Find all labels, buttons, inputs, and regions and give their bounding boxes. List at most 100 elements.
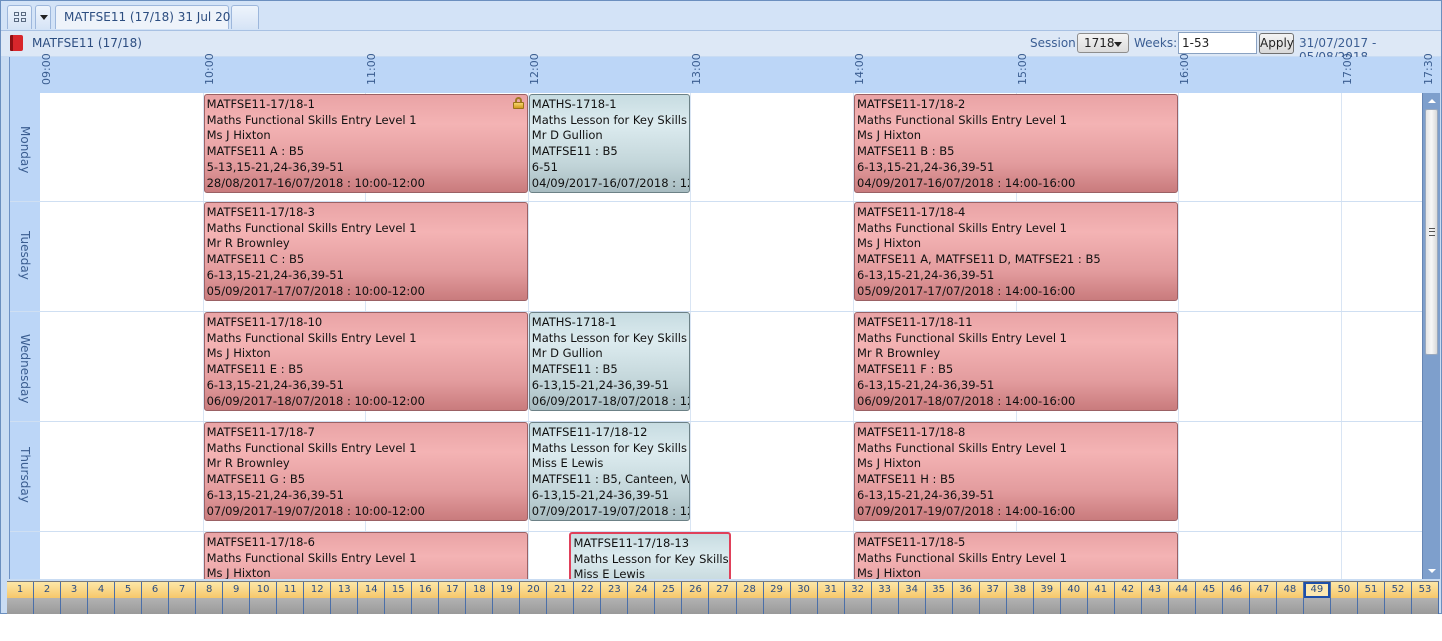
lesson-block[interactable]: MATFSE11-17/18-5 Maths Functional Skills … bbox=[854, 532, 1179, 579]
week-22[interactable]: 22 bbox=[574, 582, 602, 614]
lesson-group-room: MATFSE11 C : B5 bbox=[206, 252, 305, 267]
lesson-dates: 04/09/2017-16/07/2018 : 12:00-13:00 bbox=[531, 175, 690, 190]
lesson-block[interactable]: MATFSE11-17/18-13 Maths Lesson for Key Sk… bbox=[569, 532, 732, 579]
week-33[interactable]: 33 bbox=[871, 582, 899, 614]
week-38[interactable]: 38 bbox=[1006, 582, 1034, 614]
week-36[interactable]: 36 bbox=[952, 582, 980, 614]
lesson-code: MATFSE11-17/18-12 bbox=[531, 425, 648, 439]
week-17[interactable]: 17 bbox=[439, 582, 467, 614]
week-40[interactable]: 40 bbox=[1060, 582, 1088, 614]
week-39[interactable]: 39 bbox=[1033, 582, 1061, 614]
week-42[interactable]: 42 bbox=[1114, 582, 1142, 614]
lesson-dates: 28/08/2017-16/07/2018 : 10:00-12:00 bbox=[206, 175, 425, 190]
week-21[interactable]: 21 bbox=[547, 582, 575, 614]
lesson-block[interactable]: MATFSE11-17/18-12 Maths Lesson for Key Sk… bbox=[528, 422, 691, 521]
week-34[interactable]: 34 bbox=[898, 582, 926, 614]
week-12[interactable]: 12 bbox=[304, 582, 332, 614]
week-10[interactable]: 10 bbox=[250, 582, 278, 614]
week-7[interactable]: 7 bbox=[169, 582, 197, 614]
week-30[interactable]: 30 bbox=[790, 582, 818, 614]
lesson-block[interactable]: MATHS-1718-1 Maths Lesson for Key Skills M… bbox=[528, 94, 691, 193]
week-14[interactable]: 14 bbox=[358, 582, 386, 614]
week-20[interactable]: 20 bbox=[520, 582, 548, 614]
week-29[interactable]: 29 bbox=[763, 582, 791, 614]
week-15[interactable]: 15 bbox=[385, 582, 413, 614]
week-9[interactable]: 9 bbox=[223, 582, 251, 614]
week-5[interactable]: 5 bbox=[115, 582, 143, 614]
week-13[interactable]: 13 bbox=[331, 582, 359, 614]
session-select[interactable]: 1718 bbox=[1077, 33, 1129, 53]
week-18[interactable]: 18 bbox=[466, 582, 494, 614]
lesson-group-room: MATFSE11 A, MATFSE11 D, MATFSE21 : B5 bbox=[857, 252, 1101, 267]
week-6[interactable]: 6 bbox=[142, 582, 170, 614]
week-number: 53 bbox=[1411, 582, 1438, 598]
grid-view-icon bbox=[14, 12, 27, 23]
week-37[interactable]: 37 bbox=[979, 582, 1007, 614]
lesson-block[interactable]: MATFSE11-17/18-2 Maths Functional Skills … bbox=[854, 94, 1179, 193]
week-16[interactable]: 16 bbox=[412, 582, 440, 614]
week-48[interactable]: 48 bbox=[1276, 582, 1304, 614]
lesson-weeks: 6-51 bbox=[531, 159, 558, 174]
lesson-weeks: 6-13,15-21,24-36,39-51 bbox=[531, 377, 670, 392]
week-number: 10 bbox=[250, 582, 277, 598]
lesson-block[interactable]: MATFSE11-17/18-7 Maths Functional Skills … bbox=[203, 422, 528, 521]
week-27[interactable]: 27 bbox=[709, 582, 737, 614]
week-32[interactable]: 32 bbox=[844, 582, 872, 614]
week-8[interactable]: 8 bbox=[196, 582, 224, 614]
week-3[interactable]: 3 bbox=[61, 582, 89, 614]
week-number: 21 bbox=[547, 582, 574, 598]
lesson-block[interactable]: MATFSE11-17/18-4 Maths Functional Skills … bbox=[854, 202, 1179, 301]
week-indicator bbox=[655, 598, 682, 614]
week-50[interactable]: 50 bbox=[1330, 582, 1358, 614]
week-43[interactable]: 43 bbox=[1141, 582, 1169, 614]
week-1[interactable]: 1 bbox=[7, 582, 35, 614]
week-25[interactable]: 25 bbox=[655, 582, 683, 614]
tab-matfse11[interactable]: MATFSE11 (17/18) 31 Jul 2017 bbox=[55, 5, 246, 29]
lesson-weeks: 6-13,15-21,24-36,39-51 bbox=[206, 377, 344, 392]
week-19[interactable]: 19 bbox=[493, 582, 521, 614]
week-45[interactable]: 45 bbox=[1195, 582, 1223, 614]
week-4[interactable]: 4 bbox=[88, 582, 116, 614]
week-28[interactable]: 28 bbox=[736, 582, 764, 614]
apply-button[interactable]: Apply bbox=[1259, 33, 1294, 54]
week-number: 23 bbox=[601, 582, 628, 598]
scroll-up-icon[interactable] bbox=[1428, 99, 1436, 103]
grid-view-button[interactable] bbox=[7, 5, 32, 29]
lesson-block[interactable]: MATFSE11-17/18-11 Maths Functional Skills… bbox=[854, 312, 1179, 411]
week-2[interactable]: 2 bbox=[34, 582, 62, 614]
week-46[interactable]: 46 bbox=[1222, 582, 1250, 614]
week-indicator bbox=[925, 598, 952, 614]
week-23[interactable]: 23 bbox=[601, 582, 629, 614]
week-41[interactable]: 41 bbox=[1087, 582, 1115, 614]
week-number: 22 bbox=[574, 582, 601, 598]
lesson-dates: 07/09/2017-19/07/2018 : 10:00-12:00 bbox=[206, 503, 425, 518]
week-24[interactable]: 24 bbox=[628, 582, 656, 614]
tab-new[interactable] bbox=[231, 5, 259, 29]
week-11[interactable]: 11 bbox=[277, 582, 305, 614]
lesson-block[interactable]: MATFSE11-17/18-3 Maths Functional Skills … bbox=[203, 202, 528, 301]
week-number: 5 bbox=[115, 582, 142, 598]
week-31[interactable]: 31 bbox=[817, 582, 845, 614]
lesson-block[interactable]: MATFSE11-17/18-1 Maths Functional Skills … bbox=[203, 94, 528, 193]
week-26[interactable]: 26 bbox=[682, 582, 710, 614]
week-51[interactable]: 51 bbox=[1357, 582, 1385, 614]
lesson-block[interactable]: MATHS-1718-1 Maths Lesson for Key Skills M… bbox=[528, 312, 691, 411]
week-53[interactable]: 53 bbox=[1411, 582, 1439, 614]
week-number: 36 bbox=[952, 582, 979, 598]
vertical-scrollbar[interactable] bbox=[1422, 93, 1440, 579]
week-number: 28 bbox=[736, 582, 763, 598]
week-35[interactable]: 35 bbox=[925, 582, 953, 614]
week-47[interactable]: 47 bbox=[1249, 582, 1277, 614]
time-tick-label: 13:00 bbox=[690, 53, 704, 85]
week-49[interactable]: 49 bbox=[1303, 582, 1331, 614]
scroll-down-icon[interactable] bbox=[1428, 569, 1436, 573]
week-52[interactable]: 52 bbox=[1384, 582, 1412, 614]
lesson-block[interactable]: MATFSE11-17/18-6 Maths Functional Skills … bbox=[203, 532, 528, 579]
day-name: Thursday bbox=[18, 447, 32, 503]
weeks-input[interactable] bbox=[1178, 32, 1257, 54]
scroll-thumb[interactable] bbox=[1425, 109, 1438, 355]
week-44[interactable]: 44 bbox=[1168, 582, 1196, 614]
lesson-block[interactable]: MATFSE11-17/18-10 Maths Functional Skills… bbox=[203, 312, 528, 411]
tab-dropdown-button[interactable] bbox=[35, 5, 51, 29]
lesson-block[interactable]: MATFSE11-17/18-8 Maths Functional Skills … bbox=[854, 422, 1179, 521]
